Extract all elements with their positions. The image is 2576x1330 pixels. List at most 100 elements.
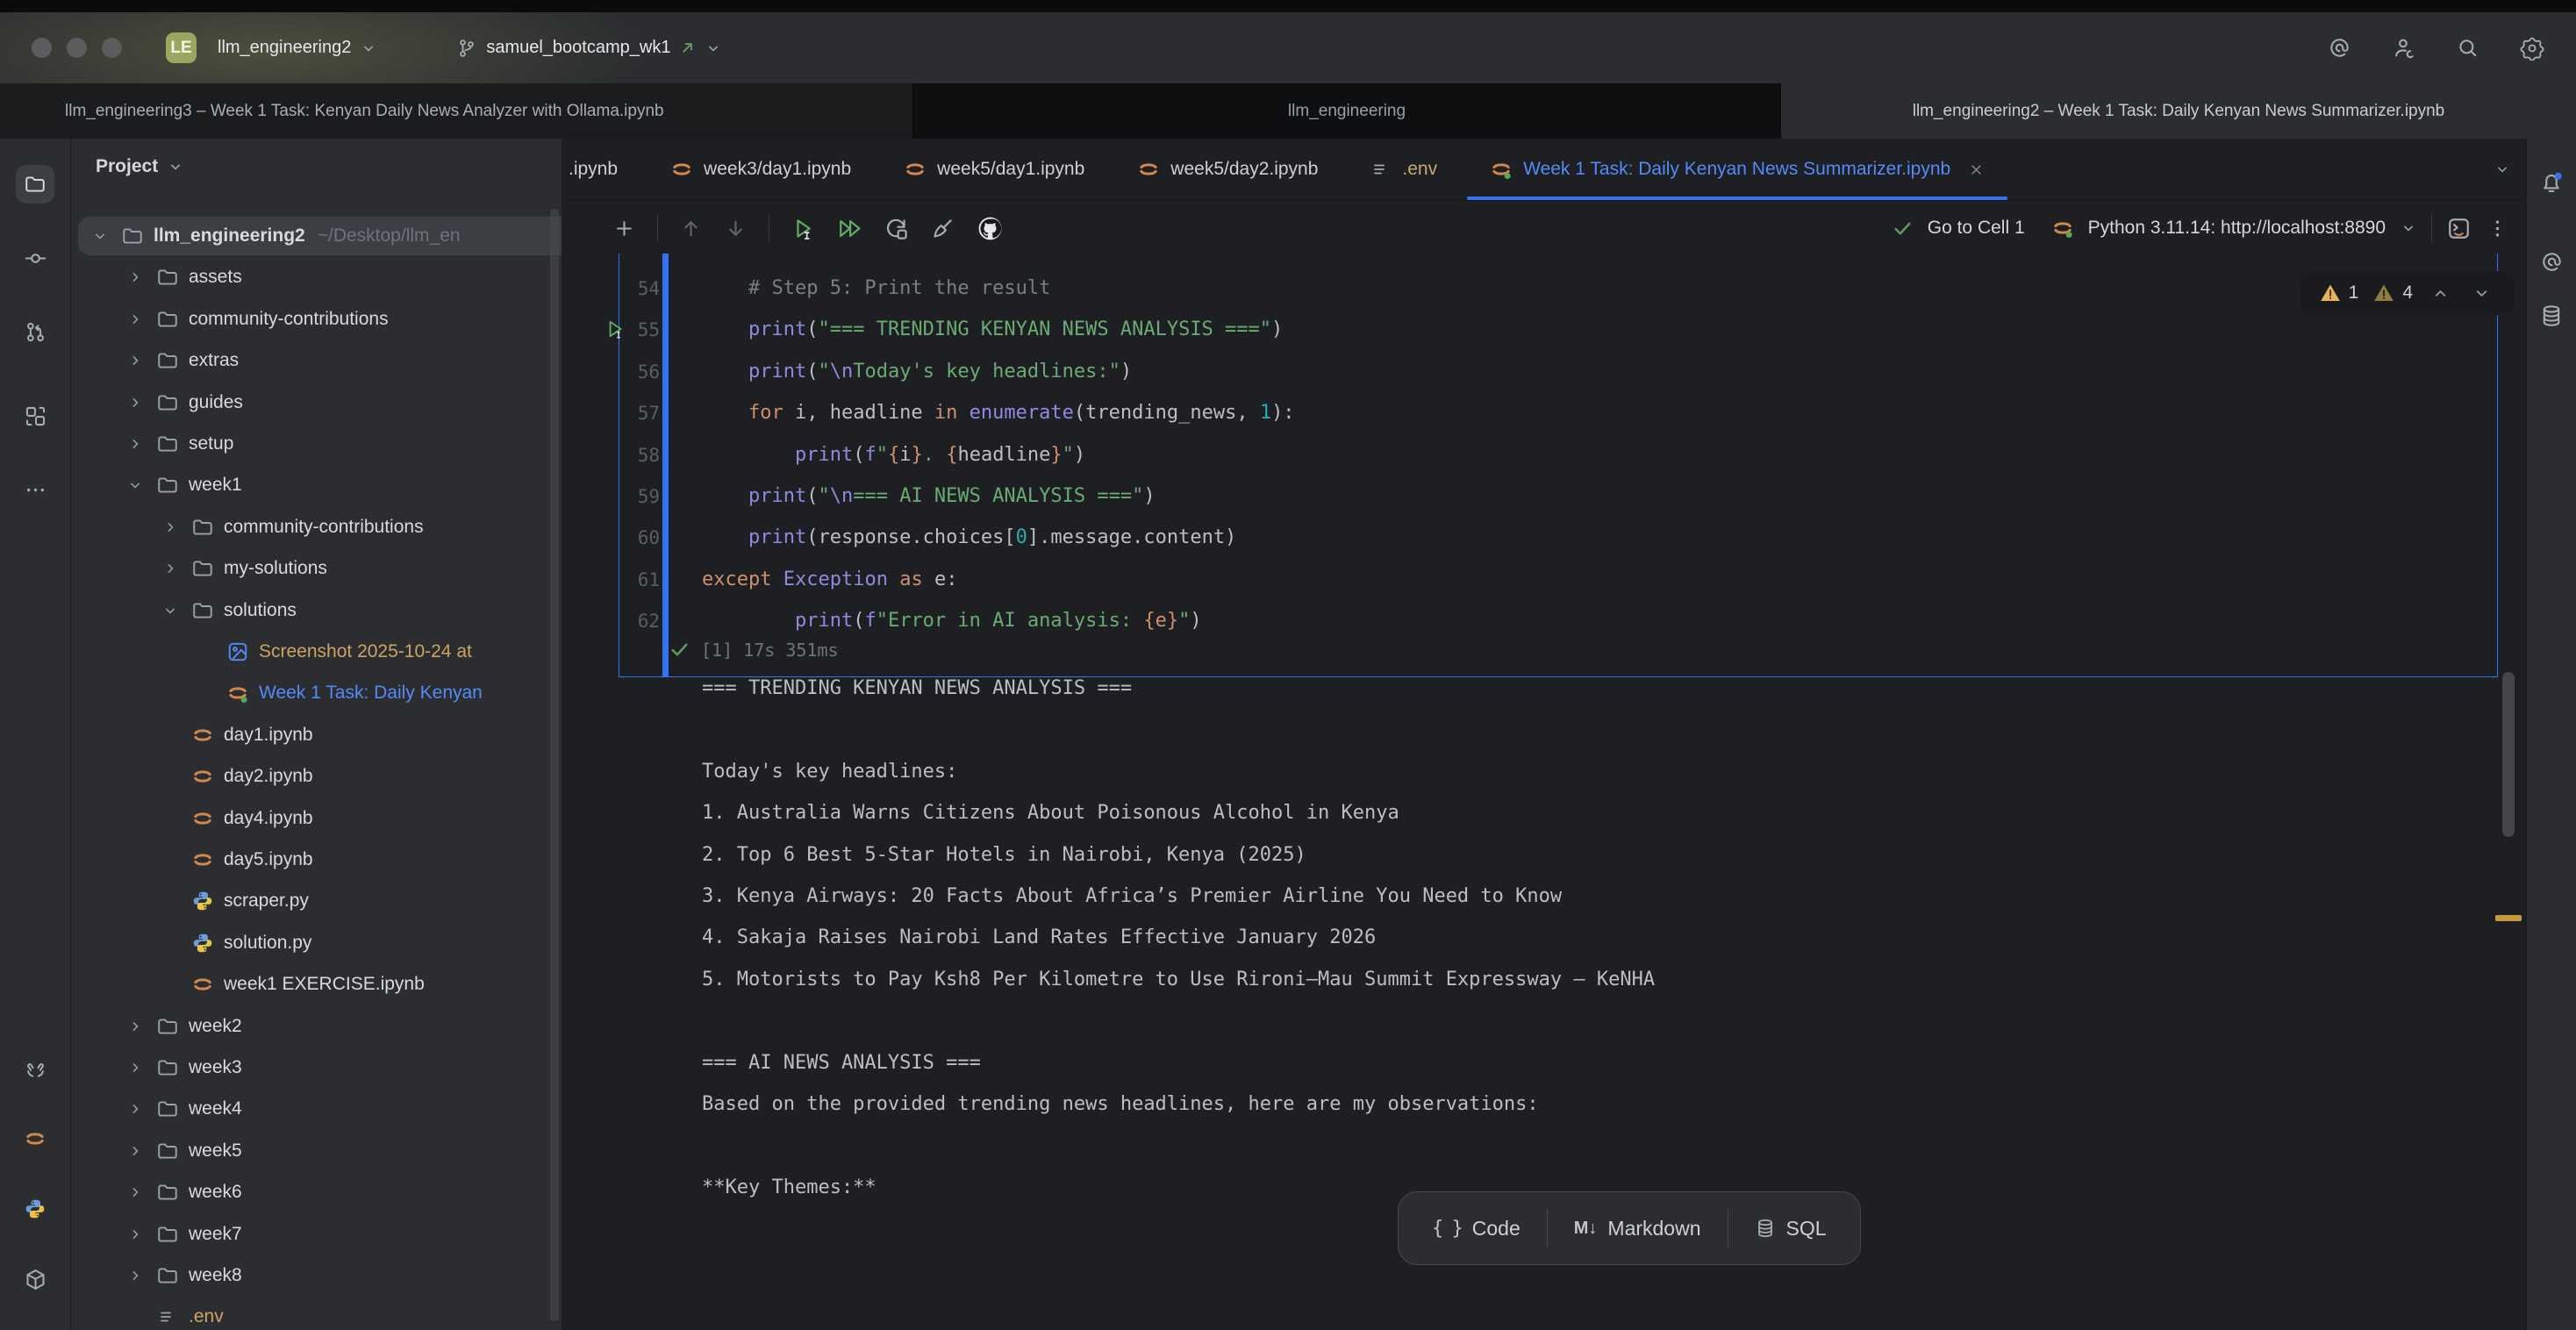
tree-item-week1-exercise-ipynb[interactable]: week1 EXERCISE.ipynb [78,965,562,1004]
window-tab-2[interactable]: llm_engineering [913,83,1781,139]
tree-item-scraper-py[interactable]: scraper.py [78,882,562,920]
weak-warning-count[interactable]: 4 [2372,282,2413,304]
github-button[interactable] [977,215,1004,242]
tree-item-day1-ipynb[interactable]: day1.ipynb [78,716,562,754]
tree-item-week5[interactable]: week5 [78,1132,562,1170]
tree-item-day4-ipynb[interactable]: day4.ipynb [78,799,562,838]
ai-assistant-icon[interactable] [2328,36,2351,60]
chevron-right-icon[interactable] [124,1226,147,1243]
tree-item-solutions[interactable]: solutions [78,591,562,630]
tree-item-extras[interactable]: extras [78,341,562,380]
editor-tab-active[interactable]: Week 1 Task: Daily Kenyan News Summarize… [1463,139,2011,200]
chevron-right-icon[interactable] [124,1142,147,1160]
tree-item-week4[interactable]: week4 [78,1090,562,1128]
stripe-hands-icon[interactable] [16,1049,54,1088]
go-to-cell-button[interactable]: Go to Cell 1 [1928,218,2025,239]
jupyter-variables-icon[interactable] [2534,244,2569,279]
editor-tab-0[interactable]: .ipynb [562,139,644,200]
stripe-structure-icon[interactable] [16,397,54,435]
tree-item-week7[interactable]: week7 [78,1215,562,1254]
tree-item-community-contributions[interactable]: community-contributions [78,300,562,339]
chevron-right-icon[interactable] [124,1059,147,1076]
chevron-right-icon[interactable] [159,518,182,536]
tree-item-week6[interactable]: week6 [78,1173,562,1212]
tree-item-community-contributions[interactable]: community-contributions [78,508,562,547]
window-tab-3-active[interactable]: llm_engineering2 – Week 1 Task: Daily Ke… [1781,83,2576,139]
chevron-down-icon[interactable] [2400,219,2417,237]
notifications-bell-icon[interactable] [2534,165,2569,200]
chevron-right-icon[interactable] [124,268,147,286]
zoom-window-button[interactable] [102,38,122,58]
editor-tab-4[interactable]: .env [1344,139,1463,200]
code-line-55[interactable]: print("=== TRENDING KENYAN NEWS ANALYSIS… [702,311,1283,349]
tree-item-screenshot-2025-10-24-at[interactable]: Screenshot 2025-10-24 at [78,633,562,671]
code-line-54[interactable]: # Step 5: Print the result [702,269,1050,308]
tree-item-guides[interactable]: guides [78,383,562,422]
interpreter-selector[interactable]: Python 3.11.14: http://localhost:8890 [2088,218,2386,239]
run-cell-gutter-icon[interactable] [604,318,626,345]
tree-item-week-1-task-daily-kenyan[interactable]: Week 1 Task: Daily Kenyan [78,674,562,712]
vcs-widget[interactable]: samuel_bootcamp_wk1 [456,38,722,59]
tree-item-day5-ipynb[interactable]: day5.ipynb [78,840,562,879]
chevron-down-icon[interactable] [89,227,111,245]
close-window-button[interactable] [32,38,52,58]
close-tab-icon[interactable] [1968,161,1985,178]
clear-outputs-button[interactable] [930,216,955,241]
window-tab-1[interactable]: llm_engineering3 – Week 1 Task: Kenyan D… [0,83,913,139]
stripe-python-icon[interactable] [16,1190,54,1228]
add-sql-cell-button[interactable]: SQL [1728,1192,1853,1264]
chevron-right-icon[interactable] [124,1267,147,1284]
run-cell-button[interactable] [791,216,816,241]
editor-tab-2[interactable]: week5/day1.ipynb [877,139,1111,200]
project-widget[interactable]: LE llm_engineering2 [166,32,377,63]
tree-item-setup[interactable]: setup [78,425,562,463]
code-with-me-icon[interactable] [2392,36,2415,60]
database-tool-icon[interactable] [2534,298,2569,333]
stripe-jupyter-icon[interactable] [16,1119,54,1158]
code-line-60[interactable]: print(response.choices[0].message.conten… [702,518,1236,557]
chevron-right-icon[interactable] [124,1100,147,1118]
stripe-run-icon[interactable] [16,1323,54,1330]
tree-item--env[interactable]: .env [78,1298,562,1330]
restart-kernel-button[interactable] [884,216,909,241]
stripe-project-icon[interactable] [16,165,54,204]
warning-count[interactable]: 1 [2319,282,2359,304]
run-all-cells-button[interactable] [837,216,862,241]
stripe-python-packages-icon[interactable] [16,1260,54,1298]
code-line-59[interactable]: print("\n=== AI NEWS ANALYSIS ===") [702,477,1156,516]
more-options-kebab-icon[interactable] [2486,217,2509,240]
code-line-57[interactable]: for i, headline in enumerate(trending_ne… [702,394,1295,433]
code-line-56[interactable]: print("\nToday's key headlines:") [702,353,1132,391]
chevron-right-icon[interactable] [124,311,147,328]
chevron-right-icon[interactable] [124,394,147,411]
editor-scrollbar-thumb[interactable] [2502,672,2515,837]
jupyter-console-icon[interactable] [2446,216,2472,241]
search-everywhere-icon[interactable] [2456,36,2479,60]
minimize-window-button[interactable] [67,38,87,58]
stripe-pull-requests-icon[interactable] [16,312,54,351]
tree-item-week2[interactable]: week2 [78,1007,562,1046]
code-line-61[interactable]: except Exception as e: [702,561,957,599]
chevron-right-icon[interactable] [159,560,182,577]
scrollbar-warning-mark[interactable] [2495,915,2522,921]
add-markdown-cell-button[interactable]: M↓ Markdown [1548,1192,1728,1264]
tree-item-assets[interactable]: assets [78,258,562,297]
stripe-commit-icon[interactable] [16,239,54,277]
chevron-down-icon[interactable] [159,602,182,619]
tree-item-solution-py[interactable]: solution.py [78,924,562,962]
project-panel-header[interactable]: Project [71,139,562,177]
chevron-down-icon[interactable] [124,476,147,494]
macos-traffic-lights[interactable] [32,38,122,58]
add-cell-button[interactable] [612,217,636,240]
stripe-more-icon[interactable] [16,470,54,509]
tree-item-week3[interactable]: week3 [78,1048,562,1087]
next-problem-chevron-down[interactable] [2468,283,2495,304]
tree-item-day2-ipynb[interactable]: day2.ipynb [78,757,562,796]
chevron-right-icon[interactable] [124,1183,147,1201]
editor-tab-1[interactable]: week3/day1.ipynb [644,139,877,200]
add-code-cell-button[interactable]: { } Code [1406,1192,1547,1264]
code-line-62[interactable]: print(f"Error in AI analysis: {e}") [702,602,1202,640]
previous-problem-chevron-up[interactable] [2427,283,2454,304]
move-cell-down-button[interactable] [724,217,748,240]
tree-item-llm-engineering2[interactable]: llm_engineering2~/Desktop/llm_en [78,217,562,255]
